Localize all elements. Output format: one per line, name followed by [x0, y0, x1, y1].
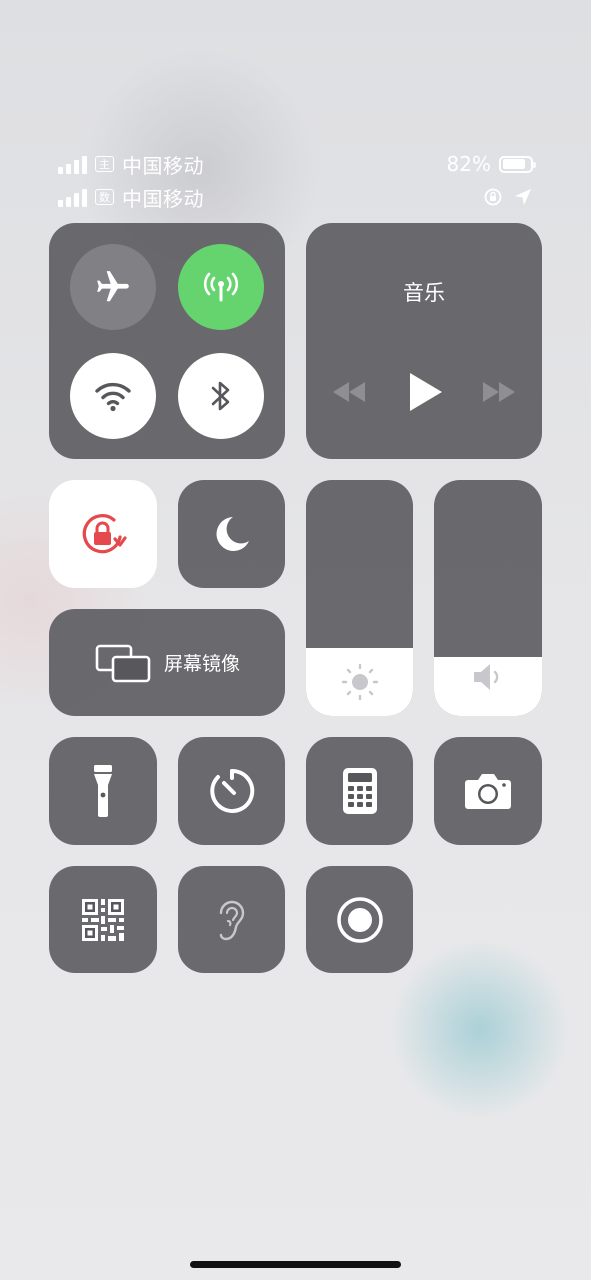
- location-arrow-icon: [515, 189, 531, 205]
- music-title: 音乐: [403, 281, 445, 305]
- brightness-level-fill: [306, 647, 413, 716]
- speaker-icon: [474, 663, 499, 690]
- flashlight-icon: [94, 765, 112, 817]
- camera-icon: [465, 774, 511, 809]
- calculator-button[interactable]: [306, 737, 413, 845]
- status-row-sim2: 数 中国移动: [58, 183, 533, 211]
- screen-mirroring-label: 屏幕镜像: [163, 653, 240, 675]
- qr-code-icon: [82, 898, 124, 941]
- moon-icon: [216, 517, 249, 551]
- volume-level-fill: [434, 657, 542, 716]
- sun-icon: [341, 663, 378, 700]
- sim2-badge: 数: [95, 189, 114, 205]
- wifi-icon: [95, 382, 131, 412]
- sim2-carrier: 中国移动: [122, 186, 204, 211]
- orientation-lock-status-icon: [484, 188, 502, 206]
- home-indicator[interactable]: [190, 1261, 401, 1268]
- signal-bars-icon: [58, 187, 87, 207]
- brightness-slider[interactable]: [306, 480, 413, 716]
- connectivity-module: [49, 223, 285, 459]
- bluetooth-toggle[interactable]: [178, 353, 264, 439]
- orientation-lock-toggle[interactable]: [49, 480, 157, 588]
- screen-mirroring-icon: [95, 644, 151, 682]
- battery-percentage: 82%: [446, 152, 491, 176]
- fast-forward-icon[interactable]: [480, 379, 518, 405]
- cellular-antenna-icon: [203, 272, 239, 302]
- orientation-lock-icon: [82, 514, 127, 554]
- music-module[interactable]: 音乐: [306, 223, 542, 459]
- timer-icon: [209, 768, 254, 813]
- signal-bars-icon: [58, 154, 87, 174]
- wifi-toggle[interactable]: [70, 353, 156, 439]
- screen-recording-button[interactable]: [306, 866, 413, 973]
- status-row-sim1: 主 中国移动 82%: [58, 150, 536, 178]
- volume-slider[interactable]: [434, 480, 542, 716]
- airplane-icon: [97, 271, 129, 302]
- timer-button[interactable]: [178, 737, 285, 845]
- camera-button[interactable]: [434, 737, 542, 845]
- bluetooth-icon: [211, 381, 230, 411]
- flashlight-button[interactable]: [49, 737, 157, 845]
- do-not-disturb-toggle[interactable]: [178, 480, 285, 588]
- airplane-mode-toggle[interactable]: [70, 244, 156, 330]
- play-icon[interactable]: [406, 371, 444, 413]
- calculator-icon: [342, 768, 377, 814]
- qr-scanner-button[interactable]: [49, 866, 157, 973]
- sim1-carrier: 中国移动: [122, 153, 204, 178]
- sim1-badge: 主: [95, 156, 114, 172]
- cellular-data-toggle[interactable]: [178, 244, 264, 330]
- rewind-icon[interactable]: [330, 379, 368, 405]
- battery-icon: [499, 155, 536, 173]
- screen-mirroring-button[interactable]: 屏幕镜像: [49, 609, 285, 716]
- hearing-button[interactable]: [178, 866, 285, 973]
- record-icon: [336, 896, 383, 943]
- ear-icon: [219, 900, 244, 940]
